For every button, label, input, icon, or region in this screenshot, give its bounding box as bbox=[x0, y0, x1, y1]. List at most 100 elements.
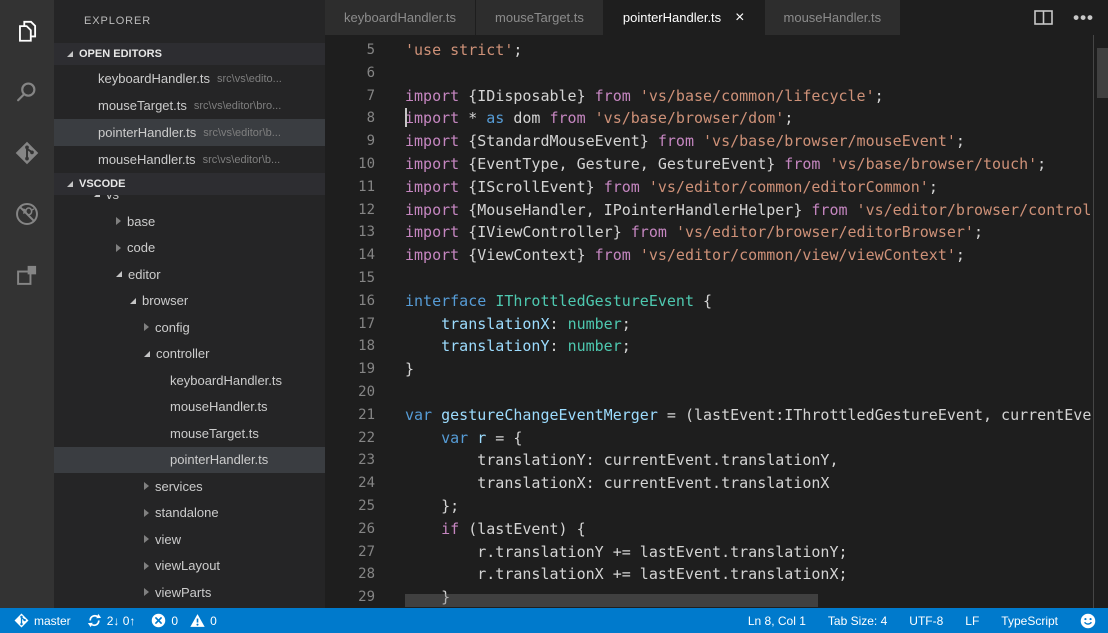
chevron-collapsed-icon bbox=[144, 323, 149, 331]
tree-item-standalone[interactable]: standalone bbox=[54, 500, 325, 527]
warning-icon bbox=[190, 613, 205, 628]
tabs-container: keyboardHandler.ts mouseTarget.tspointerH… bbox=[325, 0, 901, 35]
tree-item-viewLayout[interactable]: viewLayout bbox=[54, 553, 325, 580]
activity-bar-item-explorer[interactable] bbox=[0, 0, 54, 61]
line-text: translationY: currentEvent.translationY, bbox=[405, 449, 838, 472]
warning-count: 0 bbox=[210, 614, 217, 628]
code-line-26: 26 if (lastEvent) { bbox=[325, 518, 1108, 541]
horizontal-scrollbar-thumb[interactable] bbox=[405, 594, 818, 607]
error-count: 0 bbox=[171, 614, 178, 628]
chevron-expanded-icon bbox=[130, 298, 136, 304]
code-line-18: 18 translationY: number; bbox=[325, 335, 1108, 358]
open-editor-item-pointerHandler.ts[interactable]: pointerHandler.tssrc\vs\editor\b... bbox=[54, 119, 325, 146]
tab-pointerHandler.ts[interactable]: pointerHandler.ts× bbox=[604, 0, 764, 35]
line-text: var gestureChangeEventMerger = (lastEven… bbox=[405, 404, 1091, 427]
activity-bar-item-extensions[interactable] bbox=[0, 244, 54, 305]
line-number: 14 bbox=[325, 244, 375, 267]
code-line-19: 19} bbox=[325, 358, 1108, 381]
close-icon[interactable]: × bbox=[735, 11, 744, 25]
tree-item-pointerHandler.ts[interactable]: pointerHandler.ts bbox=[54, 447, 325, 474]
tab-mouseHandler.ts[interactable]: mouseHandler.ts bbox=[765, 0, 901, 35]
split-editor-icon[interactable] bbox=[1034, 10, 1053, 25]
file-path: src\vs\editor\bro... bbox=[194, 100, 281, 112]
tree-item-label: controller bbox=[156, 346, 209, 361]
tab-keyboardHandler.ts[interactable]: keyboardHandler.ts bbox=[325, 0, 475, 35]
tab-label: keyboardHandler.ts bbox=[344, 10, 456, 25]
line-text: import {StandardMouseEvent} from 'vs/bas… bbox=[405, 130, 965, 153]
eol-indicator[interactable]: LF bbox=[965, 614, 979, 628]
tree-item-vs-clipped[interactable]: vs bbox=[54, 195, 325, 208]
line-number: 27 bbox=[325, 541, 375, 564]
git-icon bbox=[14, 613, 29, 628]
code-line-28: 28 r.translationX += lastEvent.translati… bbox=[325, 563, 1108, 586]
tree-item-label: base bbox=[127, 214, 155, 229]
line-text: interface IThrottledGestureEvent { bbox=[405, 290, 712, 313]
chevron-collapsed-icon bbox=[144, 482, 149, 490]
open-editor-item-mouseTarget.ts[interactable]: mouseTarget.ts src\vs\editor\bro... bbox=[54, 92, 325, 119]
activity-bar-item-debug[interactable] bbox=[0, 183, 54, 244]
tree-item-view[interactable]: view bbox=[54, 526, 325, 553]
tree-item-controller[interactable]: controller bbox=[54, 341, 325, 368]
chevron-expanded-icon bbox=[144, 351, 150, 357]
code-line-24: 24 translationX: currentEvent.translatio… bbox=[325, 472, 1108, 495]
tree-item-mouseTarget.ts[interactable]: mouseTarget.ts bbox=[54, 420, 325, 447]
line-number: 16 bbox=[325, 290, 375, 313]
tree-item-mouseHandler.ts[interactable]: mouseHandler.ts bbox=[54, 394, 325, 421]
line-number: 21 bbox=[325, 404, 375, 427]
tree-item-browser[interactable]: browser bbox=[54, 288, 325, 315]
sidebar-title: EXPLORER bbox=[54, 0, 325, 43]
problems-status[interactable]: 0 0 bbox=[151, 613, 216, 628]
tree-item-label: view bbox=[155, 532, 181, 547]
tree-item-label: viewLayout bbox=[155, 558, 220, 573]
chevron-expanded-icon bbox=[116, 271, 122, 277]
chevron-collapsed-icon bbox=[144, 535, 149, 543]
branch-name: master bbox=[34, 614, 71, 628]
tree-item-keyboardHandler.ts[interactable]: keyboardHandler.ts bbox=[54, 367, 325, 394]
tree-item-label: keyboardHandler.ts bbox=[170, 373, 282, 388]
error-icon bbox=[151, 613, 166, 628]
tab-size-indicator[interactable]: Tab Size: 4 bbox=[828, 614, 887, 628]
search-icon bbox=[14, 79, 40, 105]
editor-actions: ••• bbox=[1034, 0, 1108, 35]
open-editors-header-label: OPEN EDITORS bbox=[79, 48, 162, 60]
more-actions-icon[interactable]: ••• bbox=[1073, 13, 1094, 23]
activity-bar-item-source-control[interactable] bbox=[0, 122, 54, 183]
line-number: 11 bbox=[325, 176, 375, 199]
open-editors-header[interactable]: OPEN EDITORS bbox=[54, 43, 325, 65]
cursor-position[interactable]: Ln 8, Col 1 bbox=[748, 614, 806, 628]
line-text: import {MouseHandler, IPointerHandlerHel… bbox=[405, 199, 1091, 222]
vertical-scrollbar-thumb[interactable] bbox=[1097, 48, 1108, 98]
file-name: mouseTarget.ts bbox=[98, 98, 187, 113]
tree-item-base[interactable]: base bbox=[54, 208, 325, 235]
file-name: pointerHandler.ts bbox=[98, 125, 196, 140]
git-branch-status[interactable]: master bbox=[14, 613, 71, 628]
vscode-section-header[interactable]: VSCODE bbox=[54, 173, 325, 195]
vscode-window: EXPLORER OPEN EDITORS keyboardHandler.ts… bbox=[0, 0, 1108, 633]
tree-item-viewParts[interactable]: viewParts bbox=[54, 579, 325, 606]
line-text: }; bbox=[405, 495, 459, 518]
sync-status[interactable]: 2↓ 0↑ bbox=[87, 613, 136, 628]
open-editor-item-mouseHandler.ts[interactable]: mouseHandler.tssrc\vs\editor\b... bbox=[54, 146, 325, 173]
feedback-smiley-icon[interactable] bbox=[1080, 613, 1096, 629]
tree-item-config[interactable]: config bbox=[54, 314, 325, 341]
line-number: 22 bbox=[325, 427, 375, 450]
code-line-9: 9import {StandardMouseEvent} from 'vs/ba… bbox=[325, 130, 1108, 153]
tree-item-code[interactable]: code bbox=[54, 235, 325, 262]
open-editor-item-keyboardHandler.ts[interactable]: keyboardHandler.tssrc\vs\edito... bbox=[54, 65, 325, 92]
tree-item-services[interactable]: services bbox=[54, 473, 325, 500]
language-indicator[interactable]: TypeScript bbox=[1001, 614, 1058, 628]
tree-item-editor[interactable]: editor bbox=[54, 261, 325, 288]
activity-bar-item-search[interactable] bbox=[0, 61, 54, 122]
line-text: import * as dom from 'vs/base/browser/do… bbox=[405, 107, 793, 130]
code-editor[interactable]: 5'use strict';67import {IDisposable} fro… bbox=[325, 35, 1108, 608]
file-name: mouseHandler.ts bbox=[98, 152, 196, 167]
code-line-17: 17 translationX: number; bbox=[325, 313, 1108, 336]
encoding-indicator[interactable]: UTF-8 bbox=[909, 614, 943, 628]
tree-item-label: code bbox=[127, 240, 155, 255]
line-text: import {EventType, Gesture, GestureEvent… bbox=[405, 153, 1046, 176]
code-line-10: 10import {EventType, Gesture, GestureEve… bbox=[325, 153, 1108, 176]
tab-mouseTarget.ts[interactable]: mouseTarget.ts bbox=[476, 0, 603, 35]
activity-bar bbox=[0, 0, 54, 608]
code-line-16: 16 interface IThrottledGestureEvent { bbox=[325, 290, 1108, 313]
tab-bar: keyboardHandler.ts mouseTarget.tspointerH… bbox=[325, 0, 1108, 35]
